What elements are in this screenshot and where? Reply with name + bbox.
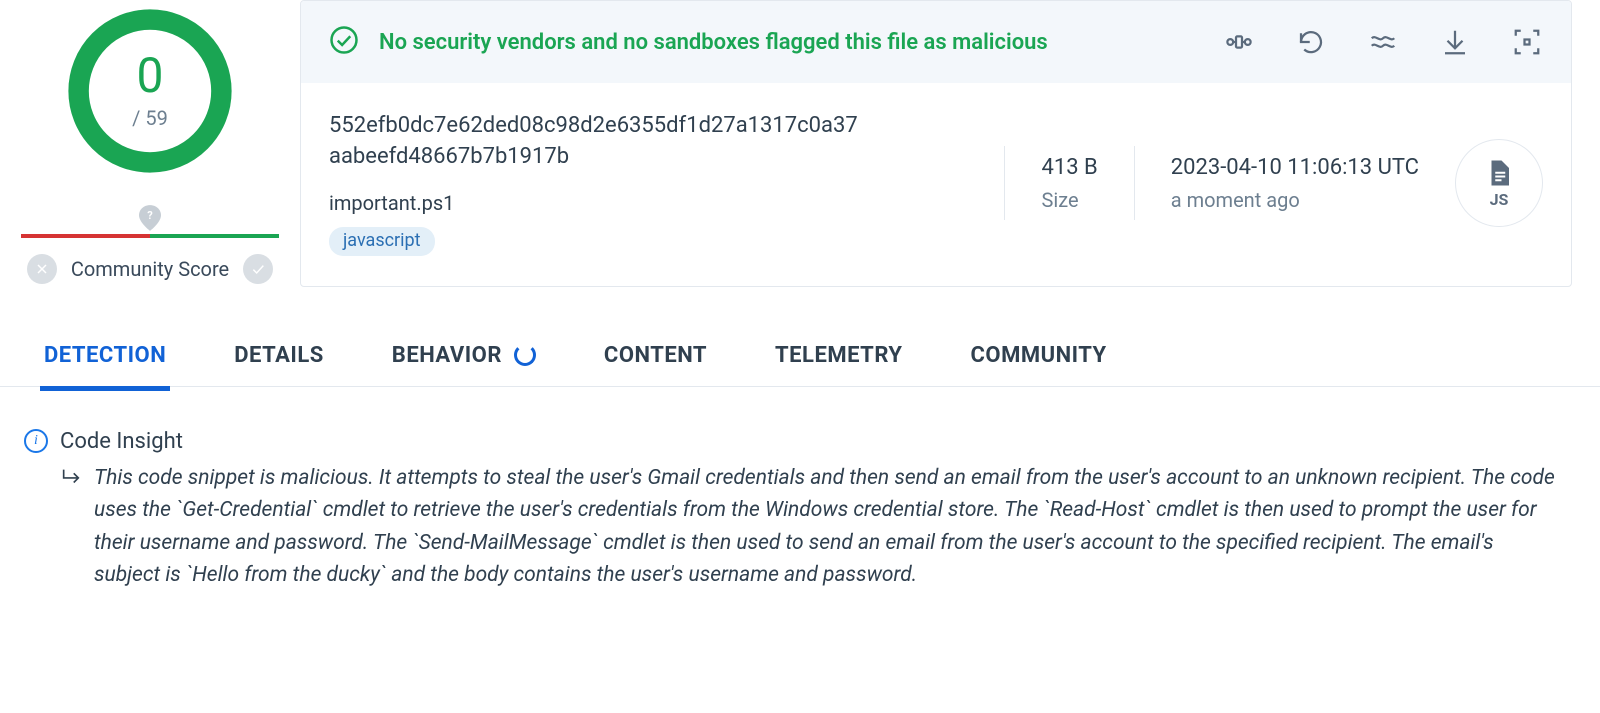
tab-community[interactable]: COMMUNITY bbox=[967, 329, 1111, 386]
community-score-marker: ? bbox=[21, 204, 279, 232]
tab-telemetry[interactable]: TELEMETRY bbox=[771, 329, 906, 386]
community-score-label: Community Score bbox=[71, 257, 229, 281]
code-insight-body: This code snippet is malicious. It attem… bbox=[94, 462, 1560, 592]
file-date-col: 2023-04-10 11:06:13 UTC a moment ago bbox=[1171, 155, 1419, 212]
download-icon[interactable] bbox=[1439, 26, 1471, 58]
file-info-row: 552efb0dc7e62ded08c98d2e6355df1d27a1317c… bbox=[301, 83, 1571, 286]
code-insight-section: i Code Insight This code snippet is mali… bbox=[0, 387, 1600, 592]
divider bbox=[1004, 146, 1005, 220]
file-size-col: 413 B Size bbox=[1041, 155, 1097, 212]
file-name: important.ps1 bbox=[329, 191, 968, 215]
document-icon bbox=[1484, 158, 1514, 188]
info-icon: i bbox=[24, 429, 48, 453]
check-circle-icon bbox=[329, 25, 359, 59]
summary-section: 0 / 59 ? Community Score bbox=[0, 0, 1600, 287]
tab-detection[interactable]: DETECTION bbox=[40, 329, 170, 386]
graph-icon[interactable] bbox=[1223, 26, 1255, 58]
arrow-return-icon bbox=[60, 466, 82, 488]
vote-harmless-button[interactable] bbox=[243, 254, 273, 284]
reanalyze-icon[interactable] bbox=[1295, 26, 1327, 58]
file-hash: 552efb0dc7e62ded08c98d2e6355df1d27a1317c… bbox=[329, 111, 869, 173]
tab-details[interactable]: DETAILS bbox=[230, 329, 328, 386]
engines-total: / 59 bbox=[132, 106, 168, 130]
similar-icon[interactable] bbox=[1367, 26, 1399, 58]
file-type-badge: JS bbox=[1455, 139, 1543, 227]
file-size-label: Size bbox=[1041, 188, 1097, 212]
scan-icon[interactable] bbox=[1511, 26, 1543, 58]
tab-content[interactable]: CONTENT bbox=[600, 329, 711, 386]
tab-behavior[interactable]: BEHAVIOR bbox=[388, 329, 540, 386]
action-icons bbox=[1223, 26, 1543, 58]
file-type-label: JS bbox=[1490, 190, 1509, 209]
code-insight-title: Code Insight bbox=[60, 429, 183, 454]
score-panel: 0 / 59 ? Community Score bbox=[0, 0, 300, 284]
file-date-value: 2023-04-10 11:06:13 UTC bbox=[1171, 155, 1419, 180]
file-summary-card: No security vendors and no sandboxes fla… bbox=[300, 0, 1572, 287]
loading-spinner-icon bbox=[514, 344, 536, 366]
verdict-text: No security vendors and no sandboxes fla… bbox=[379, 30, 1203, 55]
divider bbox=[1134, 146, 1135, 220]
tab-behavior-label: BEHAVIOR bbox=[392, 343, 502, 368]
file-date-label: a moment ago bbox=[1171, 188, 1419, 212]
verdict-bar: No security vendors and no sandboxes fla… bbox=[301, 1, 1571, 83]
community-score-row: Community Score bbox=[27, 254, 273, 284]
vote-malicious-button[interactable] bbox=[27, 254, 57, 284]
score-ring: 0 / 59 bbox=[65, 6, 235, 176]
code-insight-head: i Code Insight bbox=[24, 429, 1560, 454]
file-size-value: 413 B bbox=[1041, 155, 1097, 180]
file-tag[interactable]: javascript bbox=[329, 227, 435, 256]
svg-text:?: ? bbox=[147, 209, 153, 222]
community-score-bar bbox=[21, 234, 279, 238]
detections-count: 0 bbox=[137, 52, 164, 100]
tab-bar: DETECTION DETAILS BEHAVIOR CONTENT TELEM… bbox=[0, 329, 1600, 387]
